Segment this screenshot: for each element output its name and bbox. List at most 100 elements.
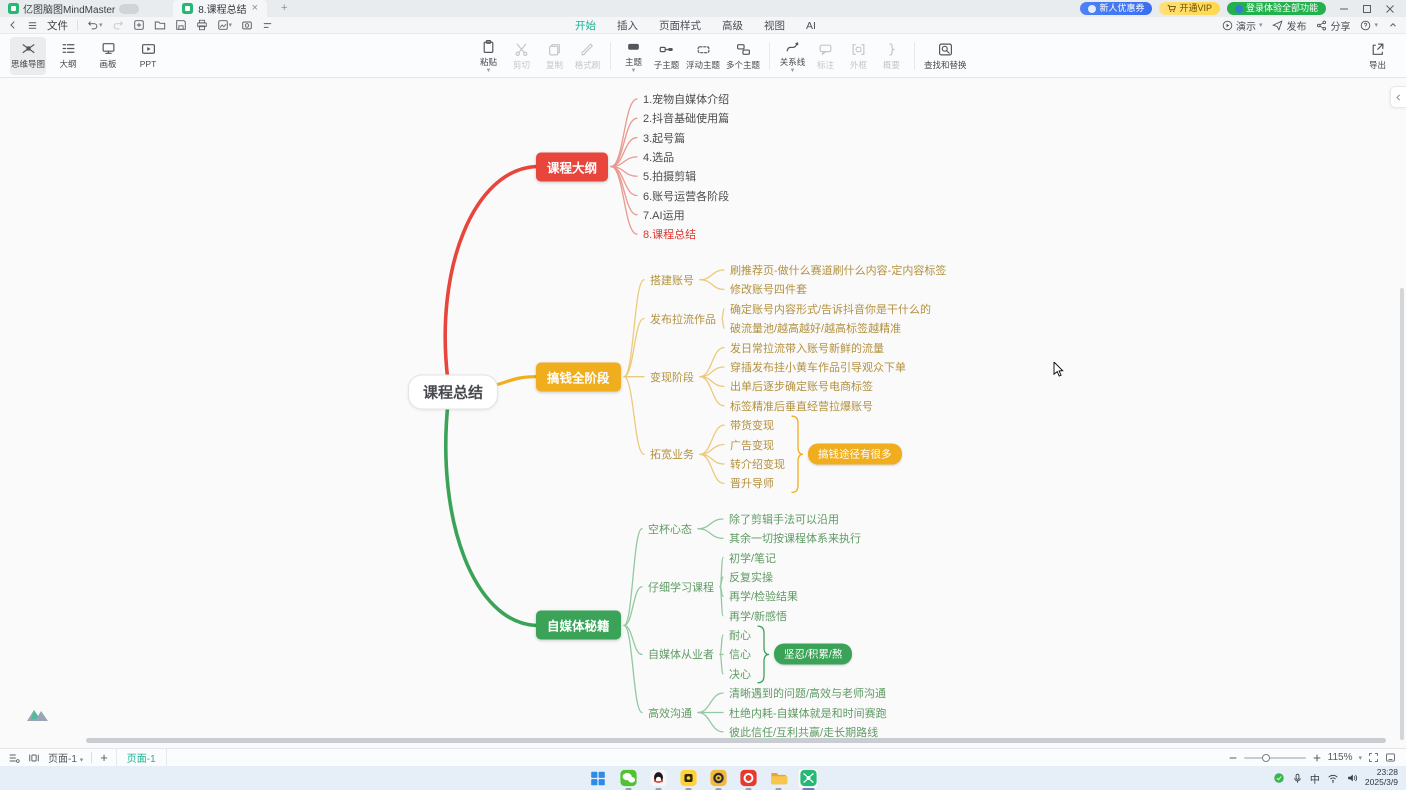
leaf-topic[interactable]: 信心 (729, 646, 751, 662)
ime-indicator[interactable]: 中 (1310, 771, 1320, 786)
leaf-topic[interactable]: 标签精准后垂直经营拉爆账号 (730, 398, 873, 414)
leaf-topic[interactable]: 杜绝内耗-自媒体就是和时间赛跑 (729, 705, 887, 721)
leaf-topic[interactable]: 6.账号运营各阶段 (643, 188, 729, 204)
zoom-level[interactable]: 115% (1328, 752, 1353, 763)
yellow-app-icon[interactable] (678, 768, 699, 789)
close-document-icon[interactable]: × (252, 3, 258, 14)
zoom-in-icon[interactable] (1312, 753, 1322, 763)
start-button[interactable] (588, 768, 609, 789)
mode-outline-mode[interactable]: 大纲 (50, 37, 86, 75)
leaf-topic[interactable]: 清晰遇到的问题/高效与老师沟通 (729, 685, 886, 701)
tab-view[interactable]: 视图 (764, 18, 785, 33)
leaf-topic[interactable]: 破流量池/越高越好/越高标签越精准 (730, 320, 901, 336)
microphone-icon[interactable] (1292, 773, 1303, 784)
document-tab[interactable]: 8.课程总结 × (173, 0, 267, 17)
snapshot-icon[interactable] (241, 19, 253, 31)
subtopic[interactable]: 搭建账号 (650, 272, 694, 288)
summary-callout[interactable]: 坚忍/积累/熬 (774, 644, 852, 665)
minimize-button[interactable] (1333, 1, 1354, 16)
leaf-topic[interactable]: 穿插发布挂小黄车作品引导观众下单 (730, 359, 906, 375)
leaf-topic[interactable]: 修改账号四件套 (730, 281, 807, 297)
leaf-topic[interactable]: 8.课程总结 (643, 226, 696, 242)
summary-callout[interactable]: 搞钱途径有很多 (808, 444, 902, 465)
tool-topic-button[interactable]: 主题▼ (617, 37, 650, 75)
tab-page-style[interactable]: 页面样式 (659, 18, 701, 33)
tool-find-replace-button[interactable]: 查找和替换 (921, 37, 970, 75)
tool-subtopic-button[interactable]: 子主题 (650, 37, 683, 75)
leaf-topic[interactable]: 确定账号内容形式/告诉抖音你是干什么的 (730, 301, 931, 317)
export-image-icon[interactable]: ▾ (217, 19, 233, 31)
tool-floating-topic-button[interactable]: 浮动主题 (683, 37, 723, 75)
vertical-scrollbar[interactable] (1400, 288, 1404, 740)
taskbar-clock[interactable]: 23:28 2025/3/9 (1365, 768, 1398, 788)
page-tab-active[interactable]: 页面-1 (116, 749, 167, 767)
app-home-tab[interactable]: 亿图脑图MindMaster (0, 0, 147, 17)
leaf-topic[interactable]: 1.宠物自媒体介绍 (643, 91, 729, 107)
fit-window-icon[interactable] (1385, 752, 1396, 763)
leaf-topic[interactable]: 耐心 (729, 627, 751, 643)
main-topic[interactable]: 课程大纲 (536, 152, 608, 181)
present-button[interactable]: 演示▾ (1222, 18, 1263, 33)
publish-button[interactable]: 发布 (1272, 18, 1306, 33)
help-button[interactable]: ▾ (1360, 20, 1378, 31)
zoom-level-caret-icon[interactable]: ▾ (1358, 754, 1362, 762)
redo-icon[interactable] (112, 19, 124, 31)
fullscreen-icon[interactable] (1368, 752, 1379, 763)
tool-relationship-button[interactable]: 关系线▼ (776, 37, 809, 75)
open-icon[interactable] (154, 19, 166, 31)
subtopic[interactable]: 空杯心态 (648, 521, 692, 537)
maximize-button[interactable] (1356, 1, 1377, 16)
central-topic[interactable]: 课程总结 (408, 375, 498, 410)
more-tools-icon[interactable] (262, 20, 273, 31)
leaf-topic[interactable]: 发日常拉流带入账号新鲜的流量 (730, 340, 884, 356)
tool-multi-topic-button[interactable]: 多个主题 (723, 37, 763, 75)
outline-panel-icon[interactable] (8, 752, 20, 764)
leaf-topic[interactable]: 5.拍摄剪辑 (643, 168, 696, 184)
leaf-topic[interactable]: 其余一切按课程体系来执行 (729, 530, 861, 546)
leaf-topic[interactable]: 转介绍变现 (730, 456, 785, 472)
leaf-topic[interactable]: 晋升导师 (730, 475, 774, 491)
tool-boundary-button[interactable]: 外框 (842, 37, 875, 75)
open-vip-button[interactable]: 开通VIP (1159, 2, 1220, 15)
tab-ai[interactable]: AI (806, 20, 816, 32)
leaf-topic[interactable]: 带货变现 (730, 417, 774, 433)
leaf-topic[interactable]: 3.起号篇 (643, 130, 685, 146)
leaf-topic[interactable]: 再学/新感悟 (729, 608, 787, 624)
leaf-topic[interactable]: 初学/笔记 (729, 550, 776, 566)
zoom-slider[interactable] (1244, 757, 1306, 759)
main-topic[interactable]: 搞钱全阶段 (536, 362, 621, 391)
export-button[interactable]: 导出 (1361, 37, 1394, 75)
speaker-icon[interactable] (1346, 772, 1358, 784)
tool-copy-button[interactable]: 复制 (538, 37, 571, 75)
subtopic[interactable]: 自媒体从业者 (648, 646, 714, 662)
new-user-coupon-button[interactable]: 新人优惠券 (1080, 2, 1152, 15)
hamburger-menu-icon[interactable] (27, 20, 38, 31)
subtopic[interactable]: 发布拉流作品 (650, 311, 716, 327)
save-icon[interactable] (175, 19, 187, 31)
leaf-topic[interactable]: 出单后逐步确定账号电商标签 (730, 378, 873, 394)
mode-ppt-mode[interactable]: PPT (130, 37, 166, 75)
collapse-ribbon-icon[interactable] (1388, 20, 1398, 30)
leaf-topic[interactable]: 再学/检验结果 (729, 588, 798, 604)
leaf-topic[interactable]: 刷推荐页-做什么赛道刷什么内容-定内容标签 (730, 262, 946, 278)
pages-panel-icon[interactable] (28, 752, 40, 764)
panel-collapse-tab[interactable] (1390, 86, 1406, 108)
leaf-topic[interactable]: 2.抖音基础使用篇 (643, 110, 729, 126)
leaf-topic[interactable]: 决心 (729, 666, 751, 682)
tool-cut-button[interactable]: 剪切 (505, 37, 538, 75)
subtopic[interactable]: 拓宽业务 (650, 446, 694, 462)
print-icon[interactable] (196, 19, 208, 31)
leaf-topic[interactable]: 除了剪辑手法可以沿用 (729, 511, 839, 527)
tool-format-painter-button[interactable]: 格式刷 (571, 37, 604, 75)
tool-callout-button[interactable]: 标注 (809, 37, 842, 75)
subtopic[interactable]: 仔细学习课程 (648, 579, 714, 595)
subtopic[interactable]: 高效沟通 (648, 705, 692, 721)
file-explorer-icon[interactable] (768, 768, 789, 789)
tool-summary-button[interactable]: 概要 (875, 37, 908, 75)
new-tab-button[interactable]: + (281, 3, 287, 14)
wechat-icon[interactable] (618, 768, 639, 789)
qq-icon[interactable] (648, 768, 669, 789)
subtopic[interactable]: 变现阶段 (650, 369, 694, 385)
main-topic[interactable]: 自媒体秘籍 (536, 611, 621, 640)
leaf-topic[interactable]: 广告变现 (730, 437, 774, 453)
